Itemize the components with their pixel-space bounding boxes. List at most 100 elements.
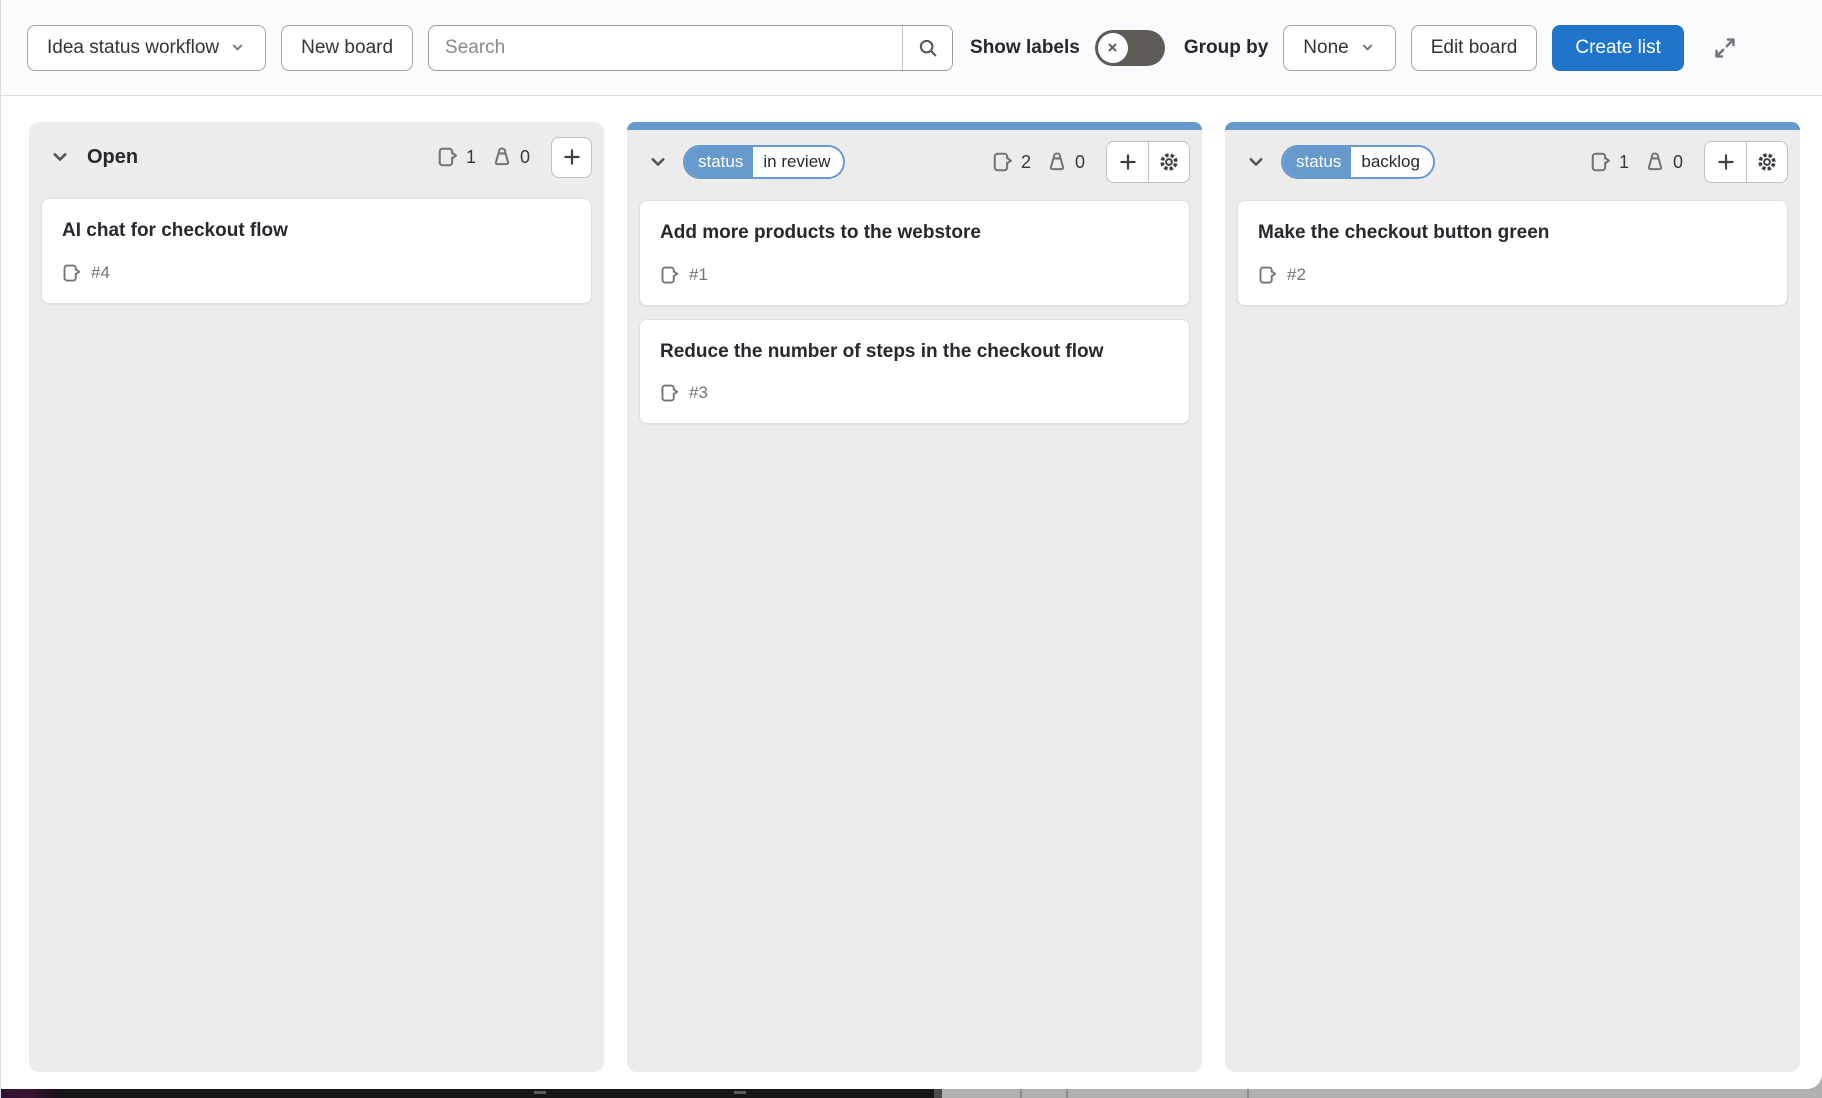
search-box [428, 25, 953, 71]
issues-icon [1590, 151, 1612, 173]
issue-count: 1 [1619, 152, 1629, 173]
background-window-segment [934, 1089, 942, 1098]
weight-icon [1644, 151, 1666, 173]
issue-type-icon [62, 263, 82, 283]
search-icon [917, 37, 939, 59]
group-by-value: None [1303, 37, 1348, 59]
issue-title[interactable]: Make the checkout button green [1258, 220, 1767, 246]
fullscreen-toggle-button[interactable] [1705, 28, 1745, 68]
label-value: backlog [1351, 147, 1433, 177]
weight-icon [491, 146, 513, 168]
group-by-label: Group by [1184, 37, 1268, 59]
show-labels-label: Show labels [970, 37, 1080, 59]
weight-count: 0 [1673, 152, 1683, 173]
issue-id: #1 [689, 265, 708, 285]
create-list-button[interactable]: Create list [1552, 25, 1684, 71]
add-issue-button[interactable] [551, 137, 592, 178]
issues-icon [992, 151, 1014, 173]
issue-meta: #4 [62, 263, 571, 283]
issues-icon [437, 146, 459, 168]
issue-board-page: Idea status workflow New board Show labe… [0, 0, 1822, 1098]
list-header: status backlog 1 0 [1225, 130, 1800, 194]
issue-id: #3 [689, 383, 708, 403]
search-submit-button[interactable] [902, 26, 952, 70]
background-window-segment [1, 1089, 61, 1098]
background-window-edge [1, 1089, 1822, 1098]
chevron-down-icon [646, 150, 670, 174]
group-by-dropdown[interactable]: None [1283, 25, 1395, 71]
issue-card[interactable]: Add more products to the webstore #1 [639, 200, 1190, 306]
issue-card[interactable]: AI chat for checkout flow #4 [41, 198, 592, 304]
list-header: Open 1 0 [29, 122, 604, 192]
search-input[interactable] [429, 26, 902, 70]
gear-icon [1158, 151, 1180, 173]
issue-meta: #3 [660, 383, 1169, 403]
weight-count: 0 [1075, 152, 1085, 173]
label-scope: status [1283, 147, 1351, 177]
add-issue-button[interactable] [1705, 142, 1746, 182]
board-list-backlog: status backlog 1 0 [1225, 122, 1800, 1072]
list-meta: 1 0 [437, 137, 592, 178]
list-meta: 1 0 [1590, 141, 1788, 183]
issue-card[interactable]: Make the checkout button green #2 [1237, 200, 1788, 306]
background-window-segment [61, 1089, 934, 1098]
chevron-down-icon [229, 39, 246, 56]
issue-title[interactable]: AI chat for checkout flow [62, 218, 571, 244]
issue-meta: #2 [1258, 265, 1767, 285]
collapse-list-button[interactable] [1239, 145, 1273, 179]
list-meta: 2 0 [992, 141, 1190, 183]
plus-icon [1715, 151, 1737, 173]
chevron-down-icon [48, 145, 72, 169]
scoped-label[interactable]: status backlog [1281, 145, 1435, 179]
collapse-list-button[interactable] [641, 145, 675, 179]
list-actions [1106, 141, 1190, 183]
board-toolbar: Idea status workflow New board Show labe… [1, 0, 1822, 96]
list-title: Open [87, 146, 138, 169]
edit-board-button[interactable]: Edit board [1411, 25, 1538, 71]
card-list: Make the checkout button green #2 [1225, 194, 1800, 331]
list-header: status in review 2 0 [627, 130, 1202, 194]
issue-count: 2 [1021, 152, 1031, 173]
chevron-down-icon [1244, 150, 1268, 174]
board-switcher-dropdown[interactable]: Idea status workflow [27, 25, 266, 71]
new-board-button[interactable]: New board [281, 25, 413, 71]
list-settings-button[interactable] [1746, 142, 1787, 182]
plus-icon [561, 146, 583, 168]
weight-icon [1046, 151, 1068, 173]
issue-type-icon [660, 383, 680, 403]
issue-title[interactable]: Add more products to the webstore [660, 220, 1169, 246]
collapse-list-button[interactable] [43, 140, 77, 174]
background-window-segment [942, 1089, 1822, 1098]
list-actions [1704, 141, 1788, 183]
toggle-knob [1098, 33, 1128, 63]
issue-id: #4 [91, 263, 110, 283]
card-list: AI chat for checkout flow #4 [29, 192, 604, 329]
issue-title[interactable]: Reduce the number of steps in the checko… [660, 339, 1169, 365]
issue-type-icon [1258, 265, 1278, 285]
list-color-bar [1225, 122, 1800, 130]
list-settings-button[interactable] [1148, 142, 1189, 182]
page-rounded-corner [1776, 1074, 1822, 1089]
board-switcher-label: Idea status workflow [47, 37, 219, 59]
plus-icon [1117, 151, 1139, 173]
toggle-off-x-icon [1104, 39, 1121, 56]
scoped-label[interactable]: status in review [683, 145, 845, 179]
board-lists-area: Open 1 0 [1, 96, 1822, 1072]
card-list: Add more products to the webstore #1 Red… [627, 194, 1202, 449]
issue-count: 1 [466, 147, 476, 168]
expand-icon [1712, 35, 1738, 61]
chevron-down-icon [1359, 39, 1376, 56]
label-scope: status [685, 147, 753, 177]
board-list-open: Open 1 0 [29, 122, 604, 1072]
issue-type-icon [660, 265, 680, 285]
label-value: in review [753, 147, 843, 177]
issue-card[interactable]: Reduce the number of steps in the checko… [639, 319, 1190, 425]
gear-icon [1756, 151, 1778, 173]
board-list-in-review: status in review 2 0 [627, 122, 1202, 1072]
issue-id: #2 [1287, 265, 1306, 285]
list-color-bar [627, 122, 1202, 130]
add-issue-button[interactable] [1107, 142, 1148, 182]
show-labels-toggle[interactable] [1095, 30, 1165, 66]
issue-meta: #1 [660, 265, 1169, 285]
weight-count: 0 [520, 147, 530, 168]
